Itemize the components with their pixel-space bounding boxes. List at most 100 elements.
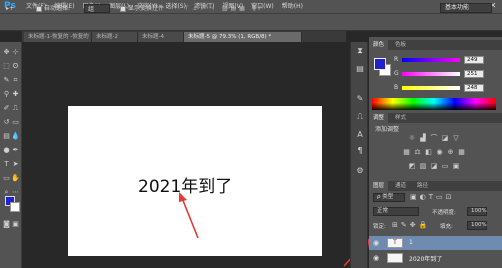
photo-filter-icon[interactable]: ◉ bbox=[435, 148, 444, 157]
exposure-icon[interactable]: ◪ bbox=[441, 134, 450, 143]
color-panel-foreground[interactable] bbox=[374, 58, 386, 70]
tab-doc-2[interactable]: 未标题-2 bbox=[92, 32, 138, 42]
show-transform-checkbox[interactable]: 显示变换控件 bbox=[120, 4, 164, 13]
threshold-icon[interactable]: ◪ bbox=[430, 162, 439, 171]
history-brush-icon[interactable]: ↺ bbox=[2, 118, 11, 127]
layer-name[interactable]: 2020年到了 bbox=[409, 254, 442, 263]
healing-tool-icon[interactable]: ✚ bbox=[11, 90, 20, 99]
tab-styles[interactable]: 样式 bbox=[391, 113, 410, 123]
tab-color[interactable]: 颜色 bbox=[369, 40, 389, 50]
layer-filter-icons[interactable]: ▣◐T▭⊡ bbox=[410, 193, 454, 201]
auto-select-checkbox[interactable]: 自动选择: bbox=[36, 4, 70, 13]
character-panel-icon[interactable]: A bbox=[355, 130, 365, 140]
artboard-tool-icon[interactable]: ⊹ bbox=[11, 48, 20, 57]
align-icons[interactable]: ⊤⊥⊢⊣ ▥▤▦ ⫼⫽ bbox=[184, 4, 264, 13]
g-label: G bbox=[394, 70, 399, 77]
layer-row-2020[interactable]: ◉ 2020年到了 bbox=[369, 251, 502, 265]
checkbox-icon bbox=[120, 5, 126, 12]
brightness-icon[interactable]: ☼ bbox=[408, 134, 417, 143]
background-color-swatch[interactable] bbox=[10, 202, 20, 212]
layer-filter-dropdown[interactable]: ρ 类型 bbox=[373, 193, 405, 202]
tab-paths[interactable]: 路径 bbox=[413, 181, 432, 191]
gradient-tool-icon[interactable]: ▤ bbox=[2, 132, 11, 141]
blend-mode-dropdown[interactable]: 正常 bbox=[373, 207, 419, 216]
quick-select-tool-icon[interactable]: ✎ bbox=[2, 76, 11, 85]
annotation-arrow-up bbox=[179, 192, 199, 239]
hue-saturation-icon[interactable]: ▦ bbox=[402, 148, 411, 157]
visibility-eye-icon[interactable]: ◉ bbox=[373, 254, 381, 262]
r-slider[interactable] bbox=[402, 58, 460, 62]
tab-doc-4[interactable]: 未标题-4 bbox=[138, 32, 184, 42]
visibility-eye-icon[interactable]: ◉ bbox=[373, 239, 381, 247]
tool-presets-icon[interactable]: ⚙ bbox=[355, 166, 365, 176]
color-lookup-icon[interactable]: ▦ bbox=[457, 148, 466, 157]
b-slider[interactable] bbox=[402, 86, 460, 90]
black-white-icon[interactable]: ◧ bbox=[424, 148, 433, 157]
quick-mask-icon[interactable]: ◙ bbox=[2, 220, 11, 229]
lock-icons[interactable]: ⊞✎✥🔒 bbox=[392, 221, 430, 229]
channel-mixer-icon[interactable]: ⊕ bbox=[446, 148, 455, 157]
layer-row-text-1[interactable]: ◉ T 1 bbox=[369, 236, 502, 250]
brush-panel-icon[interactable]: ✎ bbox=[355, 94, 365, 104]
image-layer-thumbnail bbox=[387, 253, 403, 263]
move-tool-preset[interactable]: ▸+ bbox=[6, 4, 14, 13]
brush-tool-icon[interactable]: ✐ bbox=[2, 104, 11, 113]
clone-source-icon[interactable]: ⎍ bbox=[355, 112, 365, 122]
r-label: R bbox=[394, 56, 399, 63]
g-slider[interactable] bbox=[402, 72, 460, 76]
invert-icon[interactable]: ◩ bbox=[408, 162, 417, 171]
fill-field[interactable]: 100% bbox=[467, 221, 487, 230]
text-layer-thumbnail: T bbox=[387, 238, 403, 248]
lock-label: 锁定: bbox=[373, 224, 386, 230]
vibrance-icon[interactable]: ▽ bbox=[452, 134, 461, 143]
eraser-tool-icon[interactable]: ▭ bbox=[11, 118, 20, 127]
crop-tool-icon[interactable]: ⌗ bbox=[11, 76, 20, 85]
history-panel-icon[interactable]: ⧗ bbox=[355, 46, 365, 56]
show-transform-label: 显示变换控件 bbox=[128, 5, 165, 12]
stamp-tool-icon[interactable]: ⎍ bbox=[11, 104, 20, 113]
move-tool-icon[interactable]: ✥ bbox=[2, 48, 11, 57]
eyedropper-tool-icon[interactable]: ⚲ bbox=[2, 90, 11, 99]
marquee-tool-icon[interactable]: ⬚ bbox=[2, 62, 11, 71]
b-value-field[interactable]: 248 bbox=[464, 84, 484, 92]
fill-label: 填充: bbox=[440, 224, 453, 230]
auto-select-label: 自动选择: bbox=[44, 5, 71, 12]
curves-icon[interactable]: ⌒ bbox=[430, 134, 439, 143]
tab-swatches[interactable]: 色板 bbox=[391, 40, 410, 50]
paragraph-panel-icon[interactable]: ¶ bbox=[355, 146, 365, 156]
adjustment-icons-row-2: ▦ ⚖ ◧ ◉ ⊕ ▦ bbox=[372, 148, 496, 158]
tab-doc-5[interactable]: 未标题-5 @ 79.3% (1, RGB/8) * bbox=[184, 32, 302, 42]
pen-tool-icon[interactable]: ✒ bbox=[11, 146, 20, 155]
levels-icon[interactable]: ▟ bbox=[419, 134, 428, 143]
properties-panel-icon[interactable]: ▤ bbox=[355, 64, 365, 74]
hand-tool-icon[interactable]: ✋ bbox=[11, 174, 20, 183]
checkbox-icon bbox=[36, 5, 42, 12]
blur-tool-icon[interactable]: 💧 bbox=[11, 132, 20, 141]
selective-color-icon[interactable]: ▣ bbox=[452, 162, 461, 171]
options-bar bbox=[0, 14, 502, 31]
layer-name[interactable]: 1 bbox=[409, 239, 413, 246]
workspace-dropdown[interactable]: 基本功能 bbox=[440, 3, 492, 13]
tab-channels[interactable]: 通道 bbox=[391, 181, 410, 191]
shape-tool-icon[interactable]: ▭ bbox=[2, 174, 11, 183]
tab-doc-1[interactable]: 未标题-1-恢复的 -恢复的 ... bbox=[24, 32, 92, 42]
gradient-map-icon[interactable]: ▭ bbox=[441, 162, 450, 171]
tab-layers[interactable]: 图层 bbox=[369, 181, 389, 191]
adjustment-icons-row-3: ◩ ▨ ◪ ▭ ▣ bbox=[372, 162, 496, 172]
opacity-field[interactable]: 100% bbox=[467, 207, 487, 216]
type-tool-icon[interactable]: T bbox=[2, 160, 11, 169]
posterize-icon[interactable]: ▨ bbox=[419, 162, 428, 171]
screen-mode-icon[interactable]: ▣ bbox=[11, 220, 20, 229]
g-value-field[interactable]: 251 bbox=[464, 70, 484, 78]
tab-adjustments[interactable]: 调整 bbox=[369, 113, 389, 123]
tools-panel: ✥ ⊹ ⬚ ʘ ✎ ⌗ ⚲ ✚ ✐ ⎍ ↺ ▭ ▤ 💧 ● ✒ T ➤ ▭ ✋ … bbox=[0, 42, 22, 268]
auto-select-value: 组 bbox=[88, 6, 95, 13]
lasso-tool-icon[interactable]: ʘ bbox=[11, 62, 20, 71]
dodge-tool-icon[interactable]: ● bbox=[2, 146, 11, 155]
auto-select-dropdown[interactable]: 组 bbox=[84, 4, 110, 13]
menu-item-help[interactable]: 帮助(H) bbox=[278, 2, 307, 12]
r-value-field[interactable]: 249 bbox=[464, 56, 484, 64]
opacity-label: 不透明度: bbox=[432, 210, 456, 216]
color-balance-icon[interactable]: ⚖ bbox=[413, 148, 422, 157]
path-select-tool-icon[interactable]: ➤ bbox=[11, 160, 20, 169]
